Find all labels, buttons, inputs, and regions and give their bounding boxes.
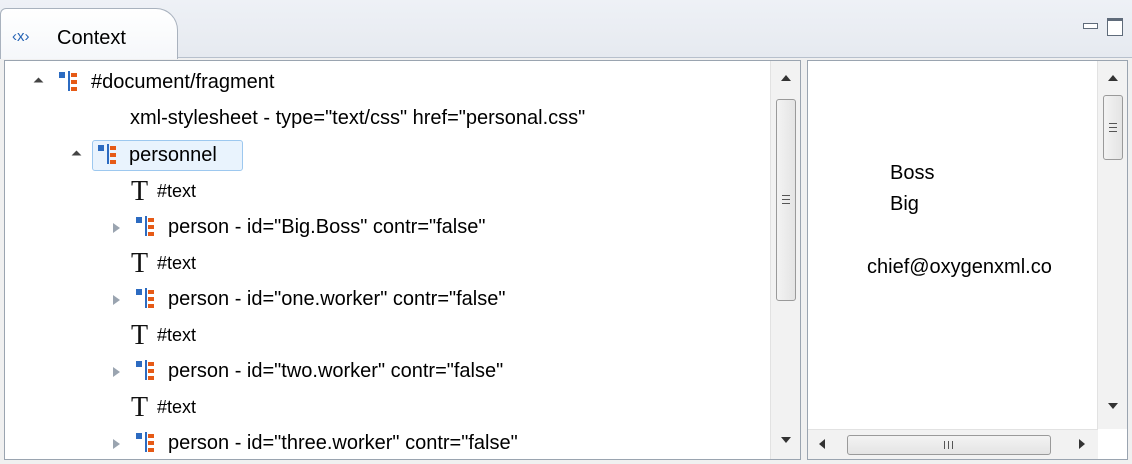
scroll-down-arrow-icon[interactable]	[771, 425, 800, 455]
maximize-icon[interactable]	[1104, 14, 1126, 36]
element-node-icon	[136, 432, 156, 454]
tab-label: Context	[57, 27, 126, 49]
element-node-icon	[136, 216, 156, 238]
tree-row-personnel[interactable]: personnel	[5, 138, 765, 172]
tree-node-label: #text	[157, 397, 197, 417]
tree-panel: #document/fragment xml-stylesheet - type…	[4, 60, 801, 460]
tree-row-root[interactable]: #document/fragment	[5, 65, 765, 99]
scroll-right-arrow-icon[interactable]	[1066, 430, 1096, 459]
text-node-icon: T	[131, 392, 149, 423]
tree-node-label: #text	[157, 181, 197, 201]
context-view: ‹x› Context #document/fragment xml-style…	[0, 0, 1132, 464]
tab-context[interactable]: ‹x› Context	[0, 8, 178, 59]
tree-node-label: personnel	[129, 144, 217, 166]
text-node-icon: T	[131, 320, 149, 351]
scroll-thumb[interactable]	[776, 99, 796, 301]
preview-vertical-scrollbar[interactable]	[1097, 61, 1127, 429]
tree-node-label: person - id="Big.Boss" contr="false"	[168, 216, 486, 238]
tree-node-label: person - id="two.worker" contr="false"	[168, 360, 504, 382]
tree-row-text[interactable]: T #text	[5, 318, 765, 352]
element-node-icon	[136, 288, 156, 310]
tree-row-text[interactable]: T #text	[5, 174, 765, 208]
scroll-up-arrow-icon[interactable]	[771, 63, 800, 93]
tree-node-label: #text	[157, 253, 197, 273]
expand-twisty-icon[interactable]	[110, 438, 122, 450]
tree-row-person[interactable]: person - id="Big.Boss" contr="false"	[5, 210, 765, 244]
preview-family-name: Boss	[890, 162, 935, 184]
tree-row-text[interactable]: T #text	[5, 246, 765, 280]
tree-row-text[interactable]: T #text	[5, 390, 765, 424]
scroll-down-arrow-icon[interactable]	[1098, 391, 1127, 421]
expand-twisty-icon[interactable]	[110, 366, 122, 378]
scroll-thumb[interactable]	[847, 435, 1051, 455]
element-node-icon	[59, 71, 79, 93]
tree-node-label: #document/fragment	[91, 71, 275, 93]
scroll-up-arrow-icon[interactable]	[1098, 63, 1127, 93]
tree-node-label: person - id="one.worker" contr="false"	[168, 288, 506, 310]
collapse-twisty-icon[interactable]	[33, 76, 45, 88]
tree-row-person[interactable]: person - id="two.worker" contr="false"	[5, 354, 765, 388]
element-node-icon	[98, 144, 118, 166]
minimize-icon[interactable]	[1079, 14, 1101, 34]
scroll-left-arrow-icon[interactable]	[808, 430, 838, 459]
expand-twisty-icon[interactable]	[110, 222, 122, 234]
text-node-icon: T	[131, 248, 149, 279]
scroll-thumb[interactable]	[1103, 95, 1123, 160]
tree-row-person[interactable]: person - id="three.worker" contr="false"	[5, 426, 765, 459]
tree-vertical-scrollbar[interactable]	[770, 61, 800, 459]
view-tab-bar: ‹x› Context	[0, 0, 1132, 59]
text-node-icon: T	[131, 176, 149, 207]
tree-node-label: person - id="three.worker" contr="false"	[168, 432, 518, 454]
collapse-twisty-icon[interactable]	[71, 149, 83, 161]
element-node-icon	[136, 360, 156, 382]
preview-panel: Boss Big chief@oxygenxml.co	[807, 60, 1128, 460]
preview-email: chief@oxygenxml.co	[867, 256, 1052, 278]
preview-given-name: Big	[890, 193, 919, 215]
expand-twisty-icon[interactable]	[110, 294, 122, 306]
preview-horizontal-scrollbar[interactable]	[808, 429, 1098, 459]
tree-row-processing-instruction[interactable]: xml-stylesheet - type="text/css" href="p…	[5, 101, 765, 135]
tree-node-label: #text	[157, 325, 197, 345]
context-variable-icon: ‹x›	[12, 28, 30, 45]
tree-node-label: xml-stylesheet - type="text/css" href="p…	[130, 107, 586, 129]
tree-row-person[interactable]: person - id="one.worker" contr="false"	[5, 282, 765, 316]
